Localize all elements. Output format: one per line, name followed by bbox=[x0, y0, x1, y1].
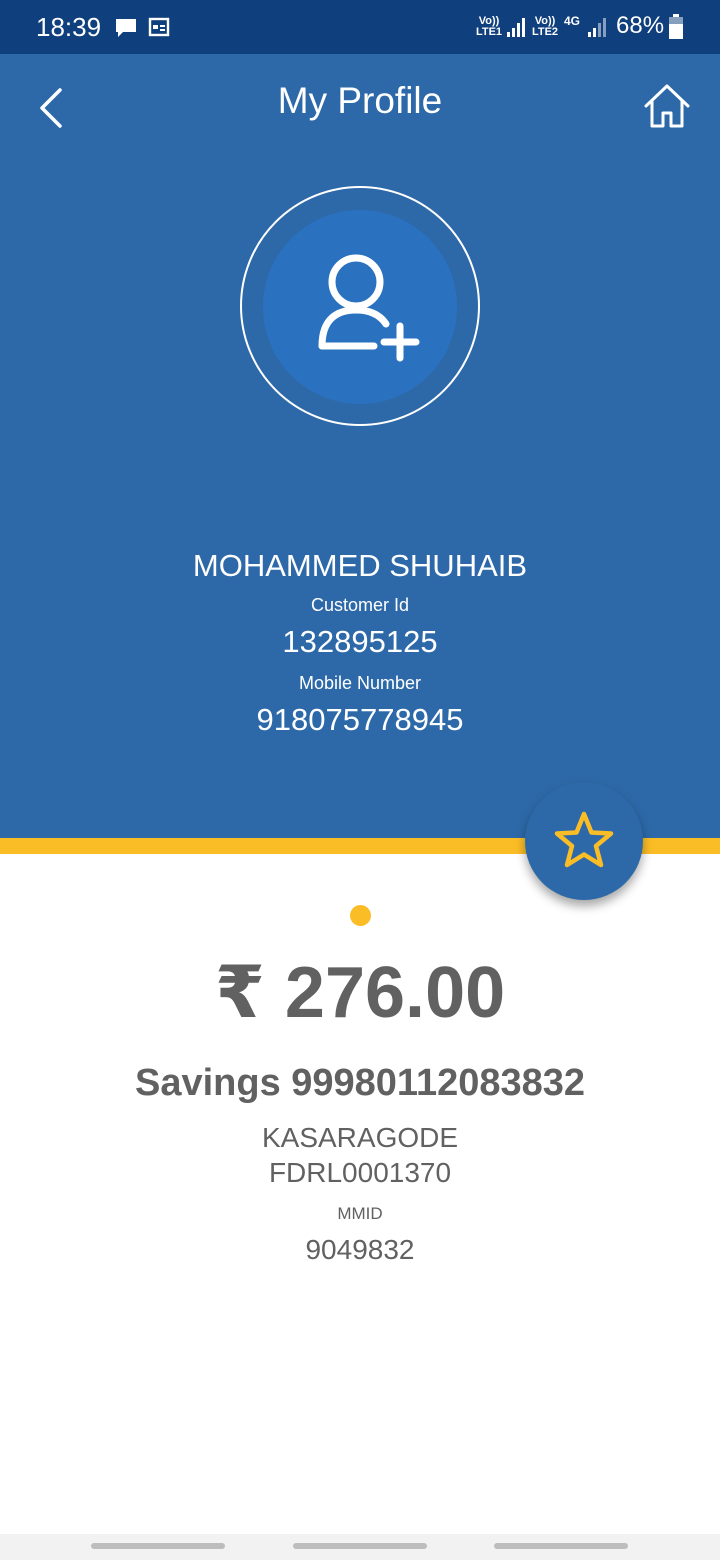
battery-percent: 68% bbox=[616, 12, 665, 39]
account-balance: ₹ 276.00 bbox=[214, 953, 506, 1033]
system-nav-bar bbox=[0, 1534, 720, 1560]
message-icon bbox=[114, 16, 138, 45]
mmid-label: MMID bbox=[337, 1204, 383, 1223]
battery-icon bbox=[669, 14, 683, 45]
signal-icon bbox=[507, 16, 525, 43]
sim2-label: Vo)) LTE2 bbox=[531, 15, 559, 38]
mmid-value: 9049832 bbox=[305, 1234, 415, 1265]
profile-header: My Profile MOHAMMED SHUHAIB Customer Id … bbox=[0, 54, 720, 838]
home-nav-button[interactable] bbox=[293, 1543, 427, 1549]
add-user-icon bbox=[312, 252, 422, 362]
sim1-label: Vo)) LTE1 bbox=[475, 15, 503, 38]
customer-id-label: Customer Id bbox=[310, 595, 410, 615]
calendar-icon bbox=[148, 16, 170, 43]
status-bar: 18:39 Vo)) LTE1 Vo)) LTE2 4G 68% bbox=[0, 0, 720, 54]
page-indicator-dot[interactable] bbox=[350, 905, 371, 926]
ifsc-code: FDRL0001370 bbox=[268, 1157, 452, 1188]
mobile-number-value: 918075778945 bbox=[256, 702, 464, 737]
home-button[interactable] bbox=[643, 82, 691, 130]
network-type: 4G bbox=[563, 14, 580, 28]
home-icon bbox=[644, 84, 690, 128]
branch-name: KASARAGODE bbox=[261, 1122, 459, 1153]
customer-name: MOHAMMED SHUHAIB bbox=[192, 548, 528, 583]
signal-icon bbox=[588, 16, 606, 43]
status-time: 18:39 bbox=[36, 12, 102, 42]
customer-id-value: 132895125 bbox=[282, 624, 438, 659]
star-icon bbox=[554, 811, 614, 868]
favorite-button[interactable] bbox=[525, 782, 643, 900]
account-number: Savings 99980112083832 bbox=[134, 1062, 586, 1104]
page-title: My Profile bbox=[277, 80, 443, 121]
recents-nav-button[interactable] bbox=[91, 1543, 225, 1549]
back-nav-button[interactable] bbox=[494, 1543, 628, 1549]
mobile-number-label: Mobile Number bbox=[298, 673, 422, 693]
